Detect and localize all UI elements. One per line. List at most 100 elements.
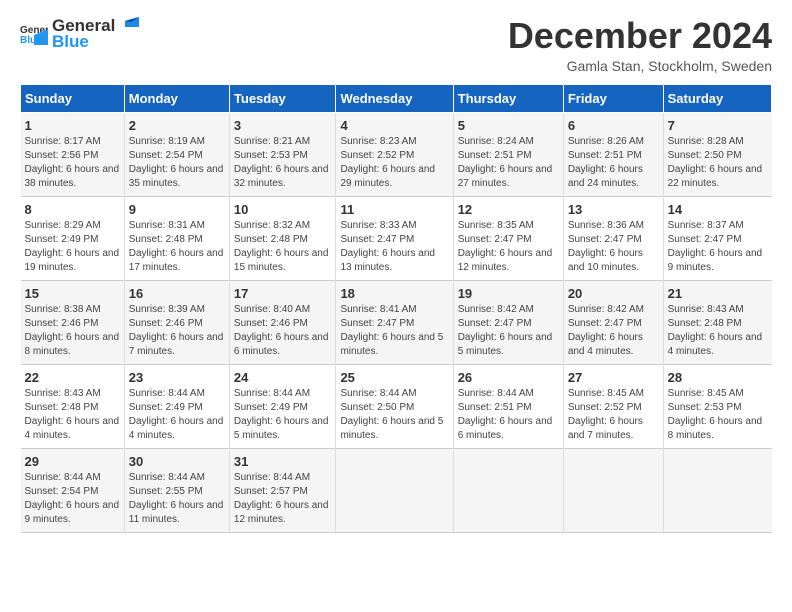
day-info: Sunrise: 8:41 AMSunset: 2:47 PMDaylight:… [340,303,448,359]
week-row-1: 1Sunrise: 8:17 AMSunset: 2:56 PMDaylight… [21,112,772,196]
calendar-cell: 17 Sunrise: 8:40 AMSunset: 2:46 PMDayligh… [229,280,336,364]
logo-bird-icon [117,17,139,35]
day-info: Sunrise: 8:44 AMSunset: 2:54 PMDaylight:… [25,471,120,527]
day-number: 29 [25,454,120,469]
day-number: 2 [129,118,225,133]
weekday-header-thursday: Thursday [453,84,563,112]
day-number: 17 [234,286,332,301]
calendar-cell: 15 Sunrise: 8:38 AMSunset: 2:46 PMDayligh… [21,280,125,364]
day-info: Sunrise: 8:44 AMSunset: 2:49 PMDaylight:… [129,387,225,443]
day-info: Sunrise: 8:24 AMSunset: 2:51 PMDaylight:… [458,135,559,191]
day-number: 19 [458,286,559,301]
day-number: 3 [234,118,332,133]
calendar-cell: 22 Sunrise: 8:43 AMSunset: 2:48 PMDayligh… [21,364,125,448]
calendar-cell: 19Sunrise: 8:42 AMSunset: 2:47 PMDayligh… [453,280,563,364]
day-info: Sunrise: 8:40 AMSunset: 2:46 PMDaylight:… [234,303,332,359]
day-info: Sunrise: 8:44 AMSunset: 2:57 PMDaylight:… [234,471,332,527]
calendar-cell: 16 Sunrise: 8:39 AMSunset: 2:46 PMDayligh… [124,280,229,364]
calendar-cell: 21 Sunrise: 8:43 AMSunset: 2:48 PMDayligh… [663,280,771,364]
week-row-2: 8 Sunrise: 8:29 AMSunset: 2:49 PMDaylight… [21,196,772,280]
day-number: 7 [668,118,768,133]
weekday-header-sunday: Sunday [21,84,125,112]
day-number: 22 [25,370,120,385]
day-info: Sunrise: 8:45 AMSunset: 2:52 PMDaylight:… [568,387,659,443]
calendar-cell: 27 Sunrise: 8:45 AMSunset: 2:52 PMDayligh… [563,364,663,448]
day-info: Sunrise: 8:43 AMSunset: 2:48 PMDaylight:… [25,387,120,443]
day-number: 9 [129,202,225,217]
svg-text:Blue: Blue [20,35,42,45]
day-number: 16 [129,286,225,301]
day-info: Sunrise: 8:36 AMSunset: 2:47 PMDaylight:… [568,219,659,275]
weekday-header-wednesday: Wednesday [336,84,453,112]
calendar-cell: 31 Sunrise: 8:44 AMSunset: 2:57 PMDayligh… [229,448,336,532]
week-row-5: 29 Sunrise: 8:44 AMSunset: 2:54 PMDayligh… [21,448,772,532]
day-number: 12 [458,202,559,217]
day-number: 14 [668,202,768,217]
calendar-cell: 1Sunrise: 8:17 AMSunset: 2:56 PMDaylight… [21,112,125,196]
calendar-cell: 28 Sunrise: 8:45 AMSunset: 2:53 PMDayligh… [663,364,771,448]
day-info: Sunrise: 8:28 AMSunset: 2:50 PMDaylight:… [668,135,768,191]
calendar-cell [563,448,663,532]
day-info: Sunrise: 8:19 AMSunset: 2:54 PMDaylight:… [129,135,225,191]
day-number: 28 [668,370,768,385]
day-number: 27 [568,370,659,385]
day-info: Sunrise: 8:44 AMSunset: 2:55 PMDaylight:… [129,471,225,527]
calendar-cell: 10Sunrise: 8:32 AMSunset: 2:48 PMDayligh… [229,196,336,280]
week-row-3: 15 Sunrise: 8:38 AMSunset: 2:46 PMDayligh… [21,280,772,364]
day-info: Sunrise: 8:43 AMSunset: 2:48 PMDaylight:… [668,303,768,359]
calendar-cell: 12 Sunrise: 8:35 AMSunset: 2:47 PMDayligh… [453,196,563,280]
calendar-cell [663,448,771,532]
calendar-cell: 11 Sunrise: 8:33 AMSunset: 2:47 PMDayligh… [336,196,453,280]
calendar-cell [336,448,453,532]
day-number: 6 [568,118,659,133]
calendar-cell: 3 Sunrise: 8:21 AMSunset: 2:53 PMDaylight… [229,112,336,196]
calendar-cell [453,448,563,532]
calendar-cell: 6 Sunrise: 8:26 AMSunset: 2:51 PMDaylight… [563,112,663,196]
day-info: Sunrise: 8:29 AMSunset: 2:49 PMDaylight:… [25,219,120,275]
calendar-cell: 8 Sunrise: 8:29 AMSunset: 2:49 PMDaylight… [21,196,125,280]
day-number: 25 [340,370,448,385]
day-number: 24 [234,370,332,385]
day-info: Sunrise: 8:31 AMSunset: 2:48 PMDaylight:… [129,219,225,275]
day-number: 26 [458,370,559,385]
day-number: 11 [340,202,448,217]
day-info: Sunrise: 8:35 AMSunset: 2:47 PMDaylight:… [458,219,559,275]
week-row-4: 22 Sunrise: 8:43 AMSunset: 2:48 PMDayligh… [21,364,772,448]
day-number: 30 [129,454,225,469]
calendar-cell: 9 Sunrise: 8:31 AMSunset: 2:48 PMDaylight… [124,196,229,280]
calendar-table: SundayMondayTuesdayWednesdayThursdayFrid… [20,84,772,533]
title-area: December 2024 Gamla Stan, Stockholm, Swe… [508,16,772,74]
calendar-cell: 7 Sunrise: 8:28 AMSunset: 2:50 PMDaylight… [663,112,771,196]
day-number: 31 [234,454,332,469]
calendar-cell: 14Sunrise: 8:37 AMSunset: 2:47 PMDayligh… [663,196,771,280]
day-number: 15 [25,286,120,301]
location-subtitle: Gamla Stan, Stockholm, Sweden [508,58,772,74]
calendar-cell: 29 Sunrise: 8:44 AMSunset: 2:54 PMDayligh… [21,448,125,532]
calendar-cell: 24 Sunrise: 8:44 AMSunset: 2:49 PMDayligh… [229,364,336,448]
day-info: Sunrise: 8:45 AMSunset: 2:53 PMDaylight:… [668,387,768,443]
day-number: 21 [668,286,768,301]
day-info: Sunrise: 8:39 AMSunset: 2:46 PMDaylight:… [129,303,225,359]
weekday-header-monday: Monday [124,84,229,112]
logo: General Blue General Blue [20,16,139,52]
calendar-cell: 18Sunrise: 8:41 AMSunset: 2:47 PMDayligh… [336,280,453,364]
day-info: Sunrise: 8:21 AMSunset: 2:53 PMDaylight:… [234,135,332,191]
day-info: Sunrise: 8:44 AMSunset: 2:49 PMDaylight:… [234,387,332,443]
day-info: Sunrise: 8:33 AMSunset: 2:47 PMDaylight:… [340,219,448,275]
logo-icon: General Blue [20,23,48,45]
calendar-cell: 25Sunrise: 8:44 AMSunset: 2:50 PMDayligh… [336,364,453,448]
weekday-header-tuesday: Tuesday [229,84,336,112]
day-number: 1 [25,118,120,133]
day-number: 10 [234,202,332,217]
calendar-cell: 2 Sunrise: 8:19 AMSunset: 2:54 PMDaylight… [124,112,229,196]
day-info: Sunrise: 8:44 AMSunset: 2:51 PMDaylight:… [458,387,559,443]
day-info: Sunrise: 8:38 AMSunset: 2:46 PMDaylight:… [25,303,120,359]
day-info: Sunrise: 8:26 AMSunset: 2:51 PMDaylight:… [568,135,659,191]
calendar-cell: 23 Sunrise: 8:44 AMSunset: 2:49 PMDayligh… [124,364,229,448]
header: General Blue General Blue December 2024 … [20,16,772,74]
weekday-header-saturday: Saturday [663,84,771,112]
day-number: 8 [25,202,120,217]
day-info: Sunrise: 8:42 AMSunset: 2:47 PMDaylight:… [568,303,659,359]
day-number: 23 [129,370,225,385]
day-info: Sunrise: 8:23 AMSunset: 2:52 PMDaylight:… [340,135,448,191]
